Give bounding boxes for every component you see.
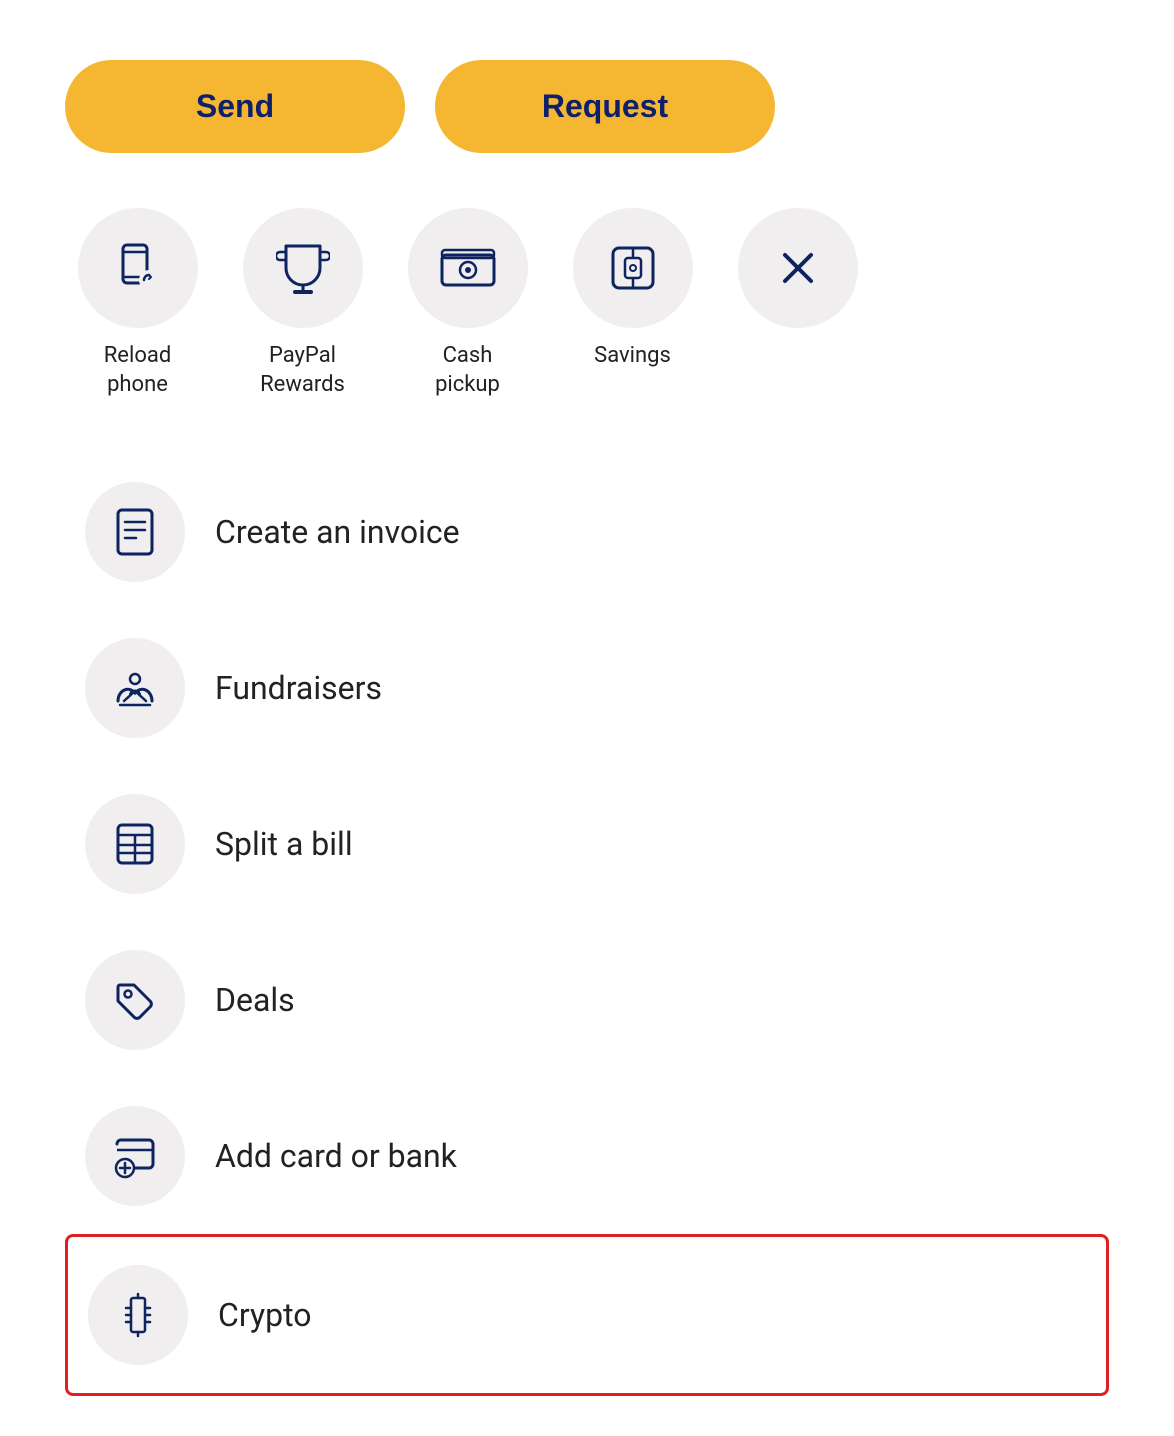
quick-action-cash-pickup[interactable]: Cashpickup (395, 208, 540, 399)
add-card-icon (109, 1130, 161, 1182)
deals-icon (110, 975, 160, 1025)
send-button[interactable]: Send (65, 60, 405, 153)
fundraisers-label: Fundraisers (215, 669, 382, 707)
quick-actions-row: Reloadphone PayPalRewards (65, 208, 1109, 399)
request-button[interactable]: Request (435, 60, 775, 153)
cash-pickup-icon (439, 245, 497, 291)
crypto-icon (113, 1290, 163, 1340)
savings-label: Savings (594, 342, 671, 371)
close-icon-circle (738, 208, 858, 328)
reload-phone-icon-circle (78, 208, 198, 328)
quick-action-paypal-rewards[interactable]: PayPalRewards (230, 208, 375, 399)
deals-icon-circle (85, 950, 185, 1050)
invoice-icon-circle (85, 482, 185, 582)
paypal-rewards-label: PayPalRewards (260, 342, 345, 399)
split-bill-icon-circle (85, 794, 185, 894)
split-bill-icon (110, 819, 160, 869)
savings-icon-circle (573, 208, 693, 328)
quick-action-reload-phone[interactable]: Reloadphone (65, 208, 210, 399)
split-bill-label: Split a bill (215, 825, 353, 863)
list-item-crypto[interactable]: Crypto (65, 1234, 1109, 1396)
list-item-add-card-bank[interactable]: Add card or bank (65, 1078, 1109, 1234)
quick-action-savings[interactable]: Savings (560, 208, 705, 371)
trophy-icon (276, 240, 330, 296)
add-card-icon-circle (85, 1106, 185, 1206)
add-card-bank-label: Add card or bank (215, 1137, 457, 1175)
invoice-icon (112, 507, 158, 557)
fundraisers-icon-circle (85, 638, 185, 738)
crypto-label: Crypto (218, 1296, 311, 1334)
cash-pickup-icon-circle (408, 208, 528, 328)
action-buttons-row: Send Request (65, 60, 1109, 153)
deals-label: Deals (215, 981, 295, 1019)
reload-phone-label: Reloadphone (104, 342, 172, 399)
savings-icon (607, 242, 659, 294)
list-item-create-invoice[interactable]: Create an invoice (65, 454, 1109, 610)
create-invoice-label: Create an invoice (215, 513, 460, 551)
close-icon (775, 245, 821, 291)
list-item-deals[interactable]: Deals (65, 922, 1109, 1078)
fundraisers-icon (110, 663, 160, 713)
crypto-icon-circle (88, 1265, 188, 1365)
cash-pickup-label: Cashpickup (435, 342, 500, 399)
list-item-fundraisers[interactable]: Fundraisers (65, 610, 1109, 766)
paypal-rewards-icon-circle (243, 208, 363, 328)
quick-action-close[interactable] (725, 208, 870, 342)
main-container: Send Request Reloadphone (0, 0, 1174, 1436)
list-section: Create an invoice Fundraisers (65, 454, 1109, 1396)
list-item-split-bill[interactable]: Split a bill (65, 766, 1109, 922)
reload-phone-icon (111, 241, 165, 295)
